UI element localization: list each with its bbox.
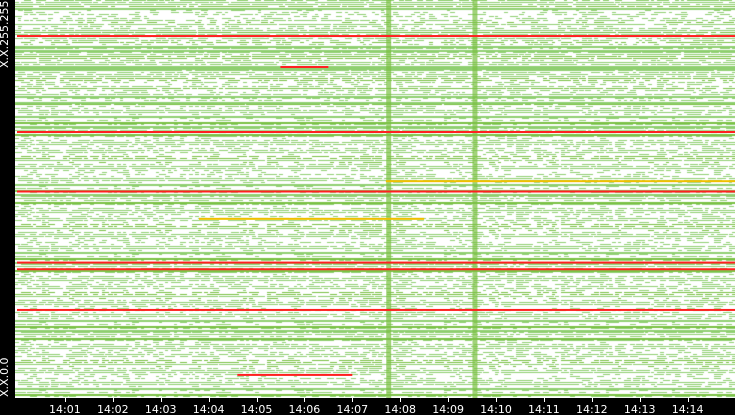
x-tick <box>112 398 114 402</box>
x-tick <box>160 398 162 402</box>
x-tick-label: 14:04 <box>192 403 225 415</box>
x-tick-label: 14:09 <box>432 403 464 415</box>
highlight-row <box>17 308 735 311</box>
x-tick-label: 14:08 <box>384 403 417 415</box>
highlight-row <box>199 217 425 220</box>
highlight-row <box>237 373 353 376</box>
plot-area <box>15 0 735 398</box>
x-tick <box>591 398 593 402</box>
x-tick-label: 14:10 <box>480 403 512 415</box>
highlight-row <box>17 35 735 38</box>
highlight-row <box>280 66 329 69</box>
highlight-row <box>17 268 735 271</box>
x-tick-label: 14:13 <box>623 403 656 415</box>
x-tick <box>64 398 66 402</box>
x-tick-label: 14:12 <box>575 403 608 415</box>
x-tick <box>639 398 641 402</box>
x-tick <box>400 398 402 402</box>
x-tick <box>352 398 354 402</box>
x-tick <box>256 398 258 402</box>
x-tick-label: 14:14 <box>671 403 704 415</box>
heatmap-marks <box>17 0 735 398</box>
x-tick-label: 14:11 <box>528 403 560 415</box>
x-tick <box>448 398 450 402</box>
highlight-row <box>17 130 735 133</box>
x-tick <box>687 398 689 402</box>
x-tick <box>304 398 306 402</box>
highlight-column <box>472 0 478 398</box>
x-tick-label: 14:05 <box>240 403 273 415</box>
x-tick-label: 14:06 <box>288 403 321 415</box>
highlight-row <box>17 261 735 264</box>
x-tick <box>496 398 497 402</box>
y-label-bottom: X.X.0.0 <box>0 357 11 397</box>
x-tick-label: 14:07 <box>336 403 369 415</box>
highlight-column <box>386 0 392 398</box>
x-tick-label: 14:01 <box>49 403 81 415</box>
heatmap-chart: X.X.255.255 X.X.0.0 14:01 14:02 14:03 14:04… <box>0 0 735 415</box>
x-tick <box>543 398 545 402</box>
x-tick-label: 14:03 <box>144 403 177 415</box>
x-tick-label: 14:02 <box>96 403 129 415</box>
highlight-row <box>385 180 735 183</box>
highlight-row <box>17 190 735 193</box>
x-tick <box>208 398 210 402</box>
y-label-top: X.X.255.255 <box>0 0 11 68</box>
